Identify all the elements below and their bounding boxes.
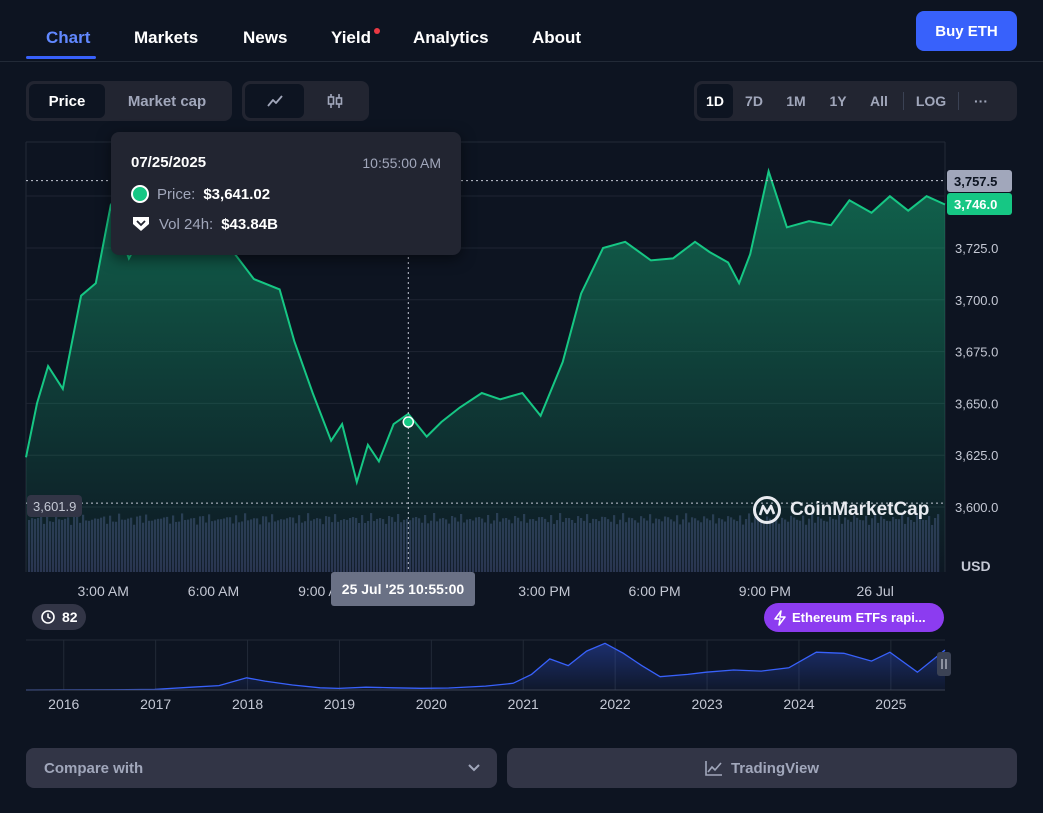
- crosshair-date-label: 25 Jul '25 10:55:00: [331, 572, 475, 606]
- x-tick-label: 3:00 PM: [518, 583, 570, 599]
- overview-area-fill: [26, 643, 945, 690]
- price-tooltip: 07/25/2025 10:55:00 AM Price: $3,641.02 …: [111, 132, 461, 255]
- compare-with-select[interactable]: Compare with: [26, 748, 497, 788]
- history-clock-icon: [41, 610, 55, 624]
- chevron-down-icon: [468, 764, 480, 772]
- volume-shield-icon: [133, 217, 149, 231]
- tooltip-date: 07/25/2025: [131, 154, 207, 171]
- tradingview-chart-icon: [705, 761, 722, 776]
- overview-x-tick-label: 2025: [875, 696, 906, 712]
- tooltip-volume-label: Vol 24h:: [159, 215, 214, 233]
- price-chart[interactable]: 3,725.0 3,700.0 3,675.0 3,650.0 3,625.0 3,600…: [0, 0, 1043, 813]
- overview-x-tick-label: 2016: [48, 696, 79, 712]
- tradingview-label: TradingView: [730, 759, 820, 777]
- history-count: 82: [62, 609, 78, 625]
- coinmarketcap-logo-icon: [753, 496, 781, 524]
- lightning-icon: [774, 609, 786, 626]
- y-tick-label: 3,650.0: [955, 396, 998, 411]
- y-tick-label: 3,725.0: [955, 241, 998, 256]
- x-tick-label: 3:00 AM: [78, 583, 129, 599]
- tradingview-button[interactable]: TradingView: [507, 748, 1017, 788]
- coinmarketcap-watermark: CoinMarketCap: [752, 495, 929, 525]
- price-dot-icon: [131, 185, 149, 203]
- crosshair-point: [402, 416, 415, 428]
- x-tick-label: 9:00 PM: [739, 583, 791, 599]
- y-tick-label: 3,700.0: [955, 293, 998, 308]
- compare-with-label: Compare with: [44, 759, 144, 777]
- tooltip-time: 10:55:00 AM: [362, 155, 441, 171]
- overview-x-tick-label: 2019: [324, 696, 355, 712]
- x-tick-label: 6:00 PM: [629, 583, 681, 599]
- high-price-tag: 3,757.5: [947, 170, 1012, 192]
- tooltip-volume-value: $43.84B: [221, 215, 278, 233]
- overview-x-tick-label: 2021: [508, 696, 539, 712]
- tooltip-price-row: Price: $3,641.02: [131, 185, 270, 203]
- history-badge[interactable]: 82: [32, 604, 86, 630]
- overview-x-tick-label: 2022: [600, 696, 631, 712]
- x-tick-label: 26 Jul: [856, 583, 893, 599]
- currency-label: USD: [961, 558, 991, 574]
- tooltip-price-value: $3,641.02: [203, 185, 271, 203]
- overview-x-tick-label: 2020: [416, 696, 447, 712]
- low-price-tag: 3,601.9: [27, 495, 83, 517]
- brand-name: CoinMarketCap: [790, 499, 930, 520]
- tooltip-price-label: Price:: [157, 185, 196, 203]
- tooltip-volume-row: Vol 24h: $43.84B: [131, 215, 278, 233]
- overview-x-tick-label: 2024: [783, 696, 814, 712]
- news-pill-text: Ethereum ETFs rapi...: [792, 610, 926, 625]
- news-pill[interactable]: Ethereum ETFs rapi...: [764, 603, 944, 632]
- current-price-tag: 3,746.0: [947, 193, 1012, 215]
- x-tick-label: 6:00 AM: [188, 583, 239, 599]
- y-tick-label: 3,675.0: [955, 345, 998, 360]
- overview-handle[interactable]: [937, 652, 951, 676]
- overview-x-tick-label: 2018: [232, 696, 263, 712]
- y-tick-label: 3,625.0: [955, 448, 998, 463]
- overview-x-tick-label: 2017: [140, 696, 171, 712]
- overview-x-tick-label: 2023: [691, 696, 722, 712]
- y-tick-label: 3,600.0: [955, 500, 998, 515]
